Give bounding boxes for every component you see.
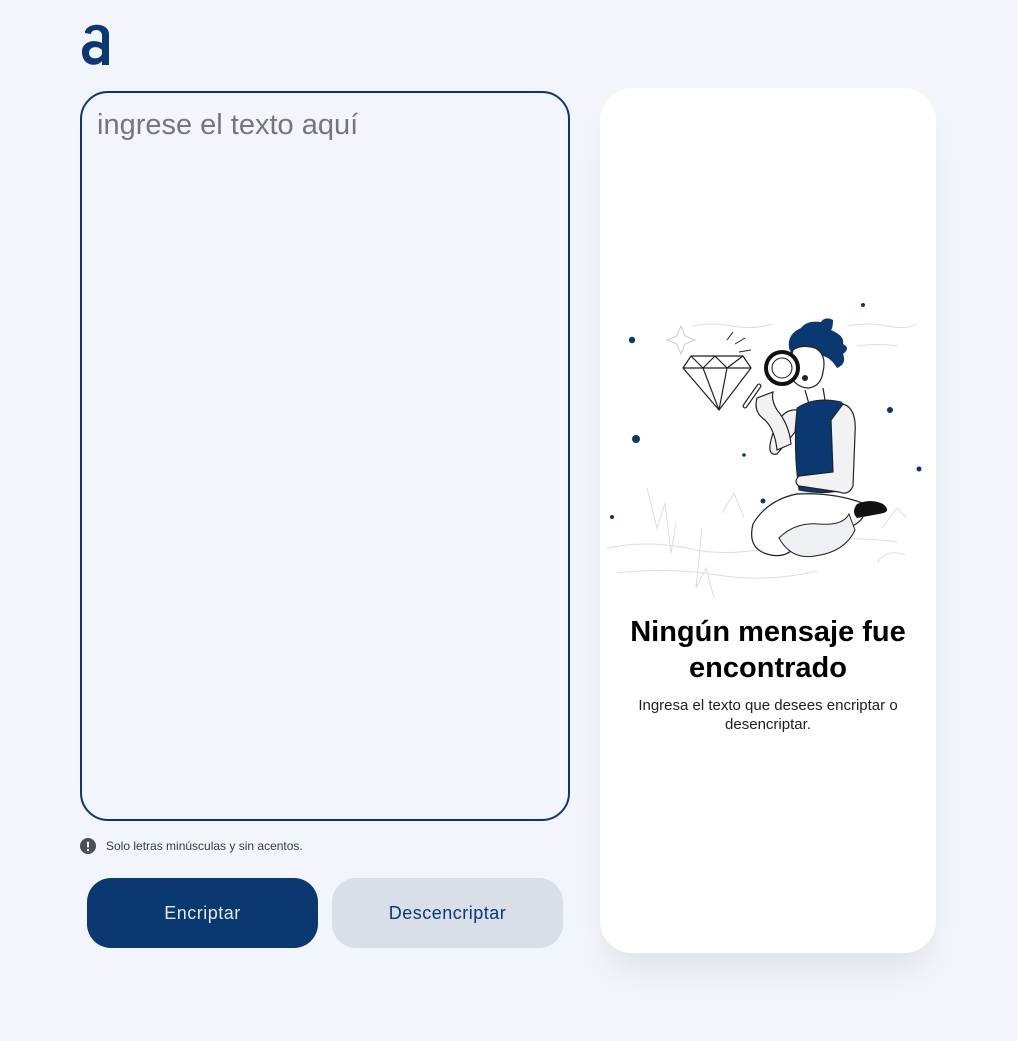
input-hint: Solo letras minúsculas y sin acentos. xyxy=(80,838,303,854)
empty-state-subtitle: Ingresa el texto que desees encriptar o … xyxy=(638,697,898,733)
page: Solo letras minúsculas y sin acentos. En… xyxy=(0,0,1018,1041)
hint-text: Solo letras minúsculas y sin acentos. xyxy=(106,839,303,853)
decrypt-button[interactable]: Descencriptar xyxy=(332,878,563,948)
empty-state-title: Ningún mensaje fue encontrado xyxy=(630,616,906,684)
exclamation-circle-icon xyxy=(80,838,96,854)
encrypt-button[interactable]: Encriptar xyxy=(87,878,318,948)
person-magnifying-glass-illustration xyxy=(606,303,922,599)
text-input-card xyxy=(80,91,570,821)
logo[interactable] xyxy=(79,17,113,67)
output-card: Ningún mensaje fue encontrado Ingresa el… xyxy=(600,88,936,953)
illustration xyxy=(606,298,931,599)
text-input[interactable] xyxy=(82,93,568,819)
brand-logo-icon xyxy=(81,24,109,65)
